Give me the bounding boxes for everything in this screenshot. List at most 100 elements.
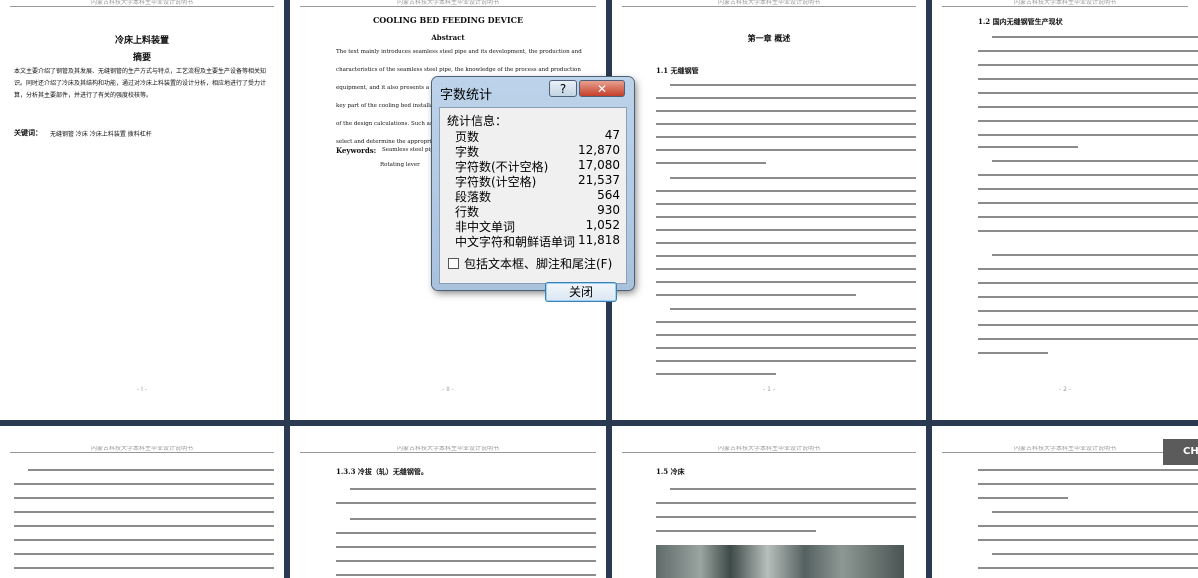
page-header: 内蒙古科技大学本科生毕业设计说明书 xyxy=(300,446,596,453)
text-line xyxy=(336,532,596,534)
document-page-8: 内蒙古科技大学本科生毕业设计说明书 xyxy=(932,426,1198,578)
page-header: 内蒙古科技大学本科生毕业设计说明书 xyxy=(300,0,596,7)
text-line xyxy=(978,188,1198,190)
page-header: 内蒙古科技大学本科生毕业设计说明书 xyxy=(622,446,916,453)
text-line xyxy=(978,567,1198,569)
text-line xyxy=(656,255,916,257)
text-line xyxy=(14,553,274,555)
text-line xyxy=(656,123,916,125)
close-dialog-button[interactable]: 关闭 xyxy=(545,282,617,302)
text-line xyxy=(656,516,916,518)
stats-group-label: 统计信息： xyxy=(447,114,508,128)
help-button[interactable]: ? xyxy=(549,80,577,97)
text-line xyxy=(656,203,916,205)
figure-image xyxy=(656,545,904,578)
include-textboxes-checkbox[interactable] xyxy=(448,258,459,269)
text-line xyxy=(992,511,1198,513)
stat-nonasian-words-value: 1,052 xyxy=(585,218,620,232)
text-line xyxy=(656,162,766,164)
stat-asian-chars-value: 11,818 xyxy=(578,233,620,247)
text-line xyxy=(14,497,274,499)
keywords-cont: Rotating lever xyxy=(380,162,420,168)
section-heading: 1.3.3 冷拔（轧）无缝钢管。 xyxy=(336,467,428,476)
text-line xyxy=(670,177,916,179)
stat-chars-space-value: 21,537 xyxy=(578,173,620,187)
page-header: 内蒙古科技大学本科生毕业设计说明书 xyxy=(622,0,916,7)
text-line xyxy=(656,281,916,283)
abstract-body: 本文主要介绍了钢管及其发展、无缝钢管的生产方式与特点，工艺流程及主要生产设备等相… xyxy=(14,68,267,99)
text-line xyxy=(978,338,1198,340)
text-line xyxy=(978,174,1198,176)
text-line xyxy=(350,518,596,520)
close-icon: ✕ xyxy=(596,82,608,96)
close-button[interactable]: ✕ xyxy=(579,80,625,97)
text-line xyxy=(978,282,1198,284)
keywords-label: Keywords: xyxy=(336,146,377,155)
document-page-7: 内蒙古科技大学本科生毕业设计说明书 1.5 冷床 xyxy=(612,426,926,578)
stat-chars-nospace-value: 17,080 xyxy=(578,158,620,172)
stat-lines-value: 930 xyxy=(597,203,620,217)
text-line xyxy=(336,560,596,562)
text-line xyxy=(992,254,1198,256)
text-line xyxy=(656,268,916,270)
include-textboxes-label[interactable]: 包括文本框、脚注和尾注(F) xyxy=(464,255,612,272)
text-line xyxy=(14,539,274,541)
help-icon: ? xyxy=(559,82,567,96)
text-line xyxy=(992,553,1198,555)
page-number: - 2 - xyxy=(1059,386,1071,393)
text-line xyxy=(992,160,1198,162)
text-line xyxy=(656,373,776,375)
text-line xyxy=(28,469,274,471)
section-heading: 1.2 国内无缝钢管生产现状 xyxy=(978,17,1063,26)
text-line xyxy=(336,574,596,576)
stat-words-value: 12,870 xyxy=(578,143,620,157)
abstract-line: characteristics of the seamless steel pi… xyxy=(336,67,581,73)
document-page-1: 内蒙古科技大学本科生毕业设计说明书 冷床上料装置 摘要 本文主要介绍了钢管及其发… xyxy=(0,0,284,420)
text-line xyxy=(978,216,1198,218)
text-line xyxy=(336,546,596,548)
text-line xyxy=(656,190,916,192)
text-line xyxy=(656,110,916,112)
section-heading: 1.1 无缝钢管 xyxy=(656,66,699,75)
page-header: 内蒙古科技大学本科生毕业设计说明书 xyxy=(10,0,274,7)
input-method-button[interactable]: CH xyxy=(1163,439,1198,465)
text-line xyxy=(978,146,1078,148)
section-heading: 1.5 冷床 xyxy=(656,467,685,476)
abstract-heading: 摘要 xyxy=(132,53,151,63)
text-line xyxy=(978,106,1198,108)
text-line xyxy=(978,539,1198,541)
document-page-6: 内蒙古科技大学本科生毕业设计说明书 1.3.3 冷拔（轧）无缝钢管。 xyxy=(290,426,606,578)
text-line xyxy=(978,50,1198,52)
text-line xyxy=(978,92,1198,94)
text-line xyxy=(978,134,1198,136)
text-line xyxy=(14,567,274,569)
page-title: 冷床上料装置 xyxy=(114,36,169,46)
text-line xyxy=(656,242,916,244)
text-line xyxy=(656,530,816,532)
text-line xyxy=(656,321,916,323)
page-number: - II - xyxy=(442,386,454,393)
text-line xyxy=(656,334,916,336)
text-line xyxy=(656,229,916,231)
text-line xyxy=(978,268,1198,270)
text-line xyxy=(978,78,1198,80)
text-line xyxy=(978,352,1048,354)
text-line xyxy=(14,483,274,485)
text-line xyxy=(670,488,916,490)
text-line xyxy=(656,136,916,138)
dialog-body: 统计信息： 页数 47 字数 12,870 字符数(不计空格) 17,080 字… xyxy=(439,107,627,284)
text-line xyxy=(656,216,916,218)
text-line xyxy=(350,488,596,490)
text-line xyxy=(978,120,1198,122)
stat-paragraphs-value: 564 xyxy=(597,188,620,202)
page-title: COOLING BED FEEDING DEVICE xyxy=(372,15,524,25)
page-number: - 1 - xyxy=(763,386,775,393)
text-line xyxy=(978,324,1198,326)
text-line xyxy=(14,525,274,527)
text-line xyxy=(670,308,916,310)
abstract-heading: Abstract xyxy=(431,33,465,42)
ime-label: CH xyxy=(1183,446,1198,457)
text-line xyxy=(336,502,596,504)
page-header: 内蒙古科技大学本科生毕业设计说明书 xyxy=(942,0,1188,7)
page-header: 内蒙古科技大学本科生毕业设计说明书 xyxy=(10,446,274,453)
